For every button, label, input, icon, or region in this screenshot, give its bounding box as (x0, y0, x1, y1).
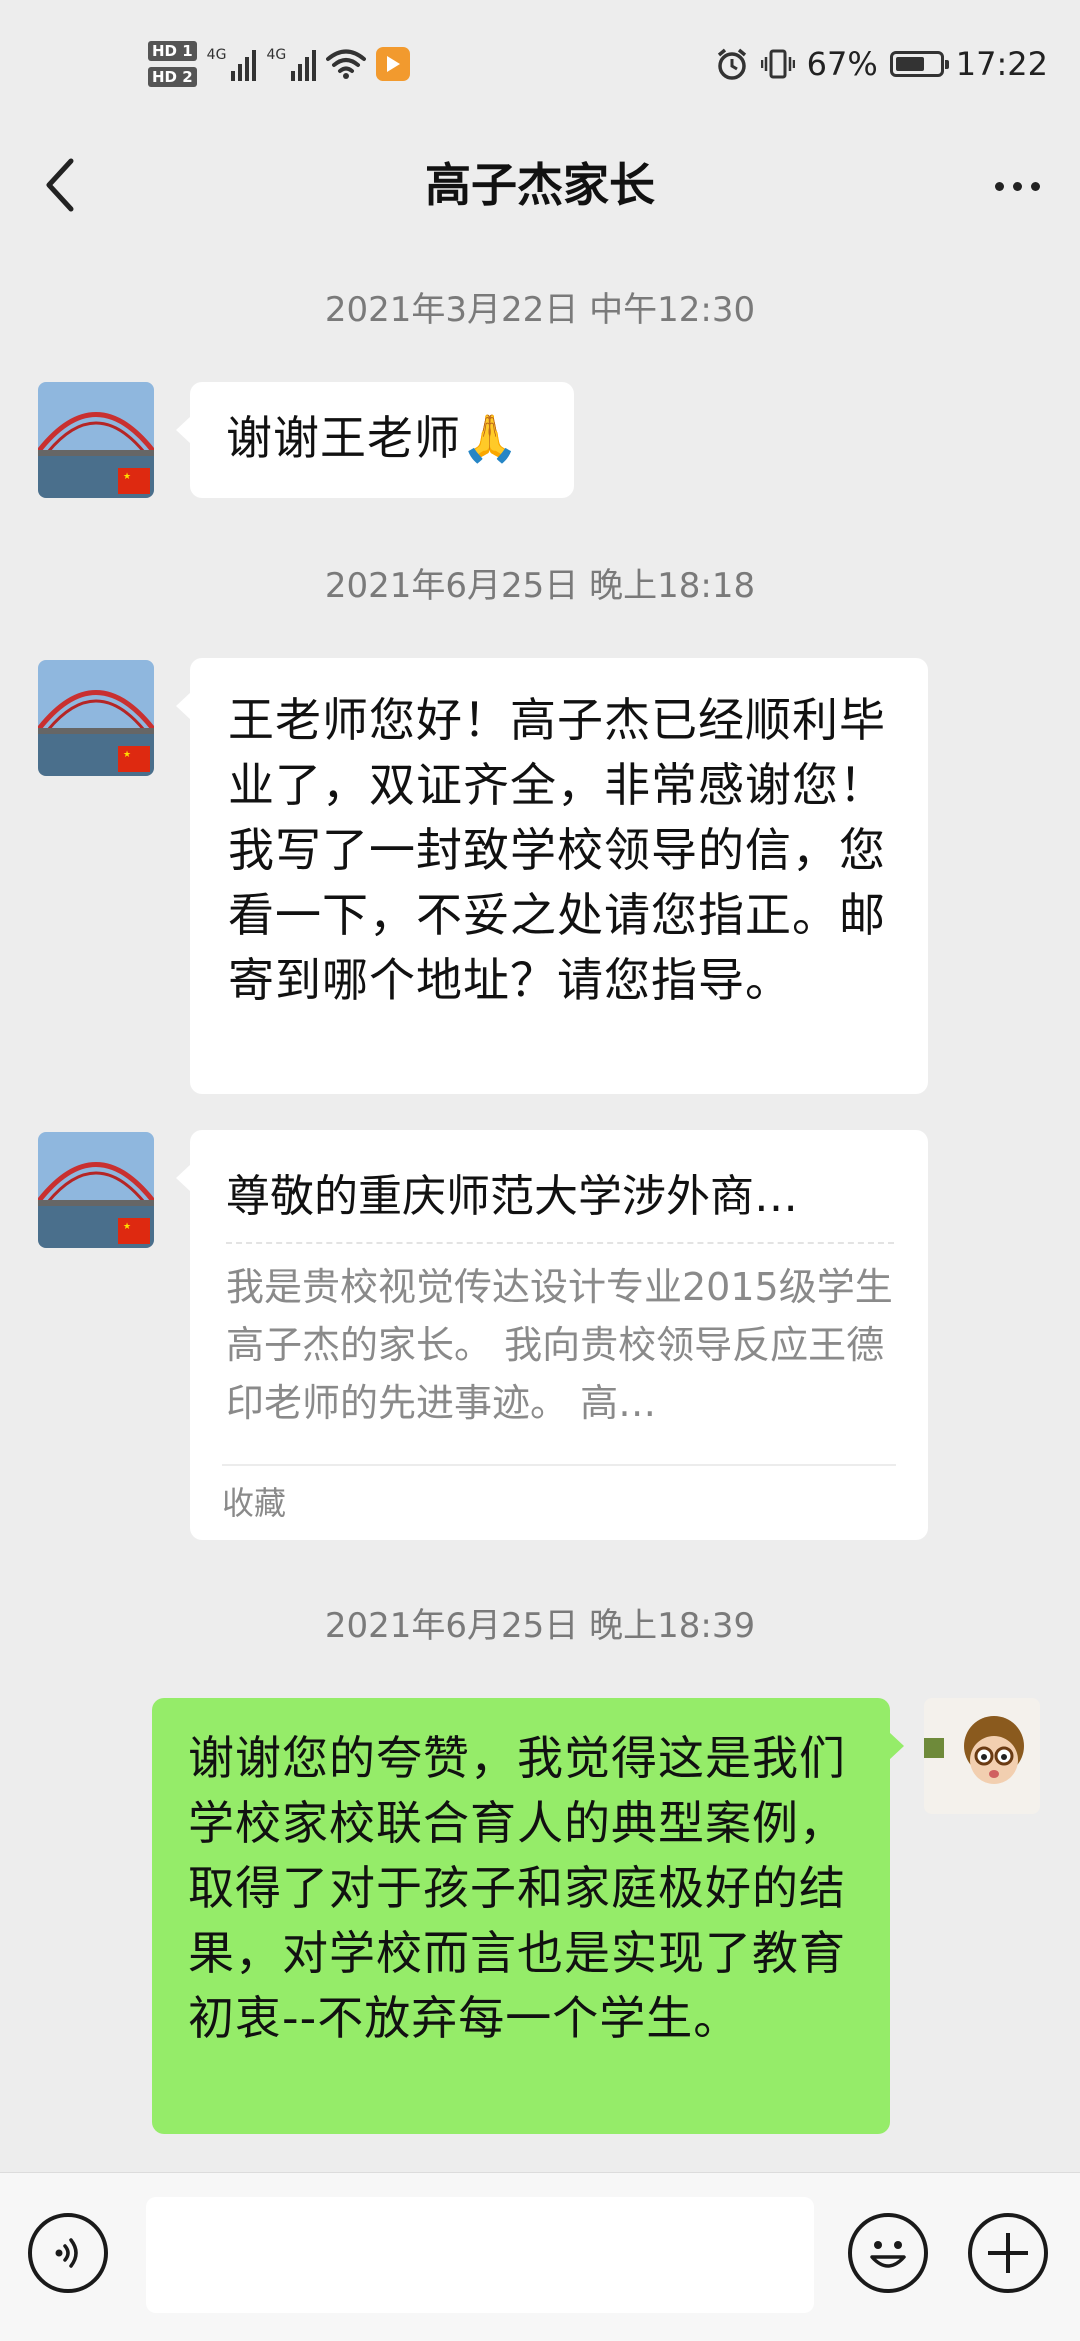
my-avatar[interactable] (924, 1698, 1040, 1814)
chat-title: 高子杰家长 (425, 158, 655, 212)
timestamp: 2021年6月25日 晚上18:39 (324, 1606, 756, 1646)
message-bubble-received[interactable]: 王老师您好！高子杰已经顺利毕业了，双证齐全，非常感谢您！我写了一封致学校领导的信… (176, 658, 928, 1094)
hd-badges: HD 1 HD 2 (148, 41, 197, 87)
input-bar (0, 2172, 1080, 2341)
battery-icon (889, 51, 949, 77)
timestamp: 2021年3月22日 中午12:30 (324, 290, 756, 330)
chat-header: 高子杰家长 (0, 130, 1080, 240)
sim1-network-label: 4G (206, 47, 227, 63)
clock-time: 17:22 (955, 45, 1048, 83)
more-functions-button[interactable] (968, 2213, 1048, 2293)
favorite-card-message[interactable]: 尊敬的重庆师范大学涉外商… 我是贵校视觉传达设计专业2015级学生高子杰的家长。… (176, 1130, 928, 1540)
card-source-label: 收藏 (222, 1464, 896, 1540)
video-app-notification-icon (376, 47, 411, 81)
more-options-button[interactable] (982, 158, 1052, 214)
status-right-icons: 67% 17:22 (715, 36, 1048, 92)
message-bubble-received[interactable]: 谢谢王老师🙏 (176, 382, 574, 498)
contact-avatar[interactable]: ★ (38, 660, 154, 776)
message-input[interactable] (146, 2197, 814, 2313)
sim2-network-label: 4G (266, 47, 287, 63)
wifi-icon (326, 48, 367, 80)
message-text: 谢谢您的夸赞，我觉得这是我们学校家校联合育人的典型案例，取得了对于孩子和家庭极好… (188, 1731, 846, 2045)
contact-avatar[interactable]: ★ (38, 382, 154, 498)
signal-sim2-icon: 4G (266, 47, 317, 81)
message-bubble-sent[interactable]: 谢谢您的夸赞，我觉得这是我们学校家校联合育人的典型案例，取得了对于孩子和家庭极好… (152, 1698, 904, 2134)
hd2-badge: HD 2 (148, 67, 197, 87)
voice-icon (55, 2238, 78, 2268)
card-preview: 我是贵校视觉传达设计专业2015级学生高子杰的家长。 我向贵校领导反应王德印老师… (226, 1265, 893, 1425)
voice-input-button[interactable] (28, 2213, 108, 2293)
contact-avatar[interactable]: ★ (38, 1132, 154, 1248)
hd1-badge: HD 1 (148, 41, 197, 61)
more-dots-icon (994, 181, 1004, 191)
alarm-icon (717, 48, 746, 80)
svg-text:★: ★ (123, 1222, 131, 1232)
svg-text:★: ★ (123, 472, 131, 482)
message-text: 王老师您好！高子杰已经顺利毕业了，双证齐全，非常感谢您！我写了一封致学校领导的信… (228, 693, 886, 1007)
timestamp: 2021年6月25日 晚上18:18 (324, 566, 756, 606)
vibrate-icon (760, 49, 795, 79)
emoji-icon (870, 2241, 906, 2268)
status-left-icons: HD 1 HD 2 4G 4G (148, 36, 411, 92)
emoji-button[interactable] (848, 2213, 928, 2293)
message-text: 谢谢王老师🙏 (226, 411, 520, 465)
card-title: 尊敬的重庆师范大学涉外商… (226, 1160, 894, 1244)
status-bar: HD 1 HD 2 4G 4G 67% 17:22 (0, 0, 1080, 130)
svg-text:★: ★ (123, 750, 131, 760)
signal-sim1-icon: 4G (207, 47, 257, 81)
battery-percent: 67% (806, 45, 878, 83)
